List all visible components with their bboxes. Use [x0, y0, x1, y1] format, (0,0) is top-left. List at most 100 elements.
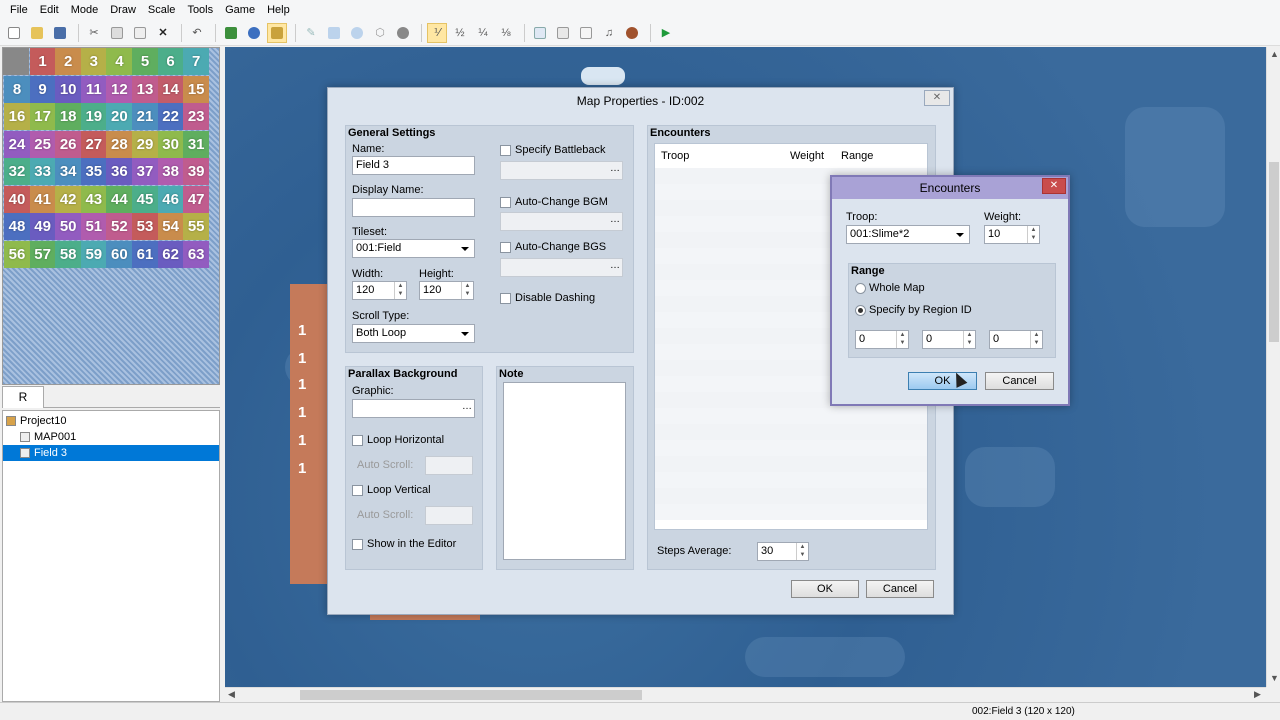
disable-dashing-checkbox[interactable]: Disable Dashing: [500, 292, 595, 304]
palette-tile[interactable]: 61: [132, 240, 158, 268]
palette-tile[interactable]: 50: [55, 213, 82, 240]
checkbox-box[interactable]: [500, 196, 511, 208]
script-editor-icon[interactable]: [576, 23, 596, 43]
palette-tile[interactable]: 43: [80, 185, 107, 213]
spin-arrows-icon[interactable]: ▲ ▼: [963, 331, 975, 348]
display-name-field[interactable]: [352, 198, 475, 217]
palette-tile[interactable]: 47: [183, 185, 210, 213]
spin-arrows-icon[interactable]: ▲ ▼: [796, 543, 808, 560]
radio-circle[interactable]: [855, 282, 866, 294]
scroll-left-icon[interactable]: ◀: [228, 689, 235, 700]
palette-tile[interactable]: 19: [80, 103, 107, 130]
undo-icon[interactable]: ↶: [187, 23, 207, 43]
rectangle-icon[interactable]: [324, 23, 344, 43]
palette-tile[interactable]: 18: [55, 103, 82, 130]
palette-tile[interactable]: 35: [80, 158, 107, 185]
palette-tile[interactable]: 12: [106, 75, 133, 103]
palette-tile[interactable]: 45: [132, 185, 158, 213]
column-weight[interactable]: Weight: [790, 150, 824, 162]
tile-palette[interactable]: 1 2 3 4 5 6 7 8 9 10 11 12 13 14 15 16 17 18 19 20 21 22 23 24 2…: [2, 47, 220, 385]
palette-tile[interactable]: 23: [183, 103, 210, 130]
palette-tile[interactable]: 38: [157, 158, 184, 185]
palette-tile[interactable]: 30: [157, 130, 184, 158]
character-generator-icon[interactable]: [622, 23, 642, 43]
spin-arrows-icon[interactable]: ▲ ▼: [461, 282, 473, 299]
spin-arrows-icon[interactable]: ▲ ▼: [394, 282, 406, 299]
tree-item[interactable]: Project10: [3, 413, 219, 429]
database-icon[interactable]: [530, 23, 550, 43]
palette-tile[interactable]: 41: [29, 185, 56, 213]
encounter-cancel-button[interactable]: Cancel: [985, 372, 1054, 390]
palette-tile[interactable]: 28: [106, 130, 133, 158]
palette-tile[interactable]: 60: [106, 240, 133, 268]
palette-tile[interactable]: 58: [55, 240, 82, 268]
paste-icon[interactable]: [130, 23, 150, 43]
map-layer-icon[interactable]: [221, 23, 241, 43]
new-file-icon[interactable]: [4, 23, 24, 43]
shadow-pen-icon[interactable]: [393, 23, 413, 43]
resource-manager-icon[interactable]: [553, 23, 573, 43]
close-icon[interactable]: ✕: [924, 90, 950, 106]
palette-tile[interactable]: 15: [183, 75, 210, 103]
zoom-1-1-icon[interactable]: ⅟: [427, 22, 447, 43]
palette-tile-blank[interactable]: [3, 48, 29, 75]
list-row[interactable]: [655, 456, 927, 472]
ellipsis-icon[interactable]: …: [462, 402, 472, 412]
palette-tile[interactable]: 11: [80, 75, 107, 103]
menu-item[interactable]: Help: [261, 4, 296, 16]
auto-change-bgm-checkbox[interactable]: Auto-Change BGM: [500, 196, 608, 208]
palette-tile[interactable]: 59: [80, 240, 107, 268]
palette-tile[interactable]: 36: [106, 158, 133, 185]
menu-item[interactable]: Scale: [142, 4, 182, 16]
palette-tile[interactable]: 26: [55, 130, 82, 158]
troop-select[interactable]: 001:Slime*2: [846, 225, 970, 244]
list-row[interactable]: [655, 504, 927, 520]
palette-tile[interactable]: 4: [106, 48, 133, 75]
checkbox-box[interactable]: [352, 538, 363, 550]
menu-item[interactable]: File: [4, 4, 34, 16]
height-stepper[interactable]: 120 ▲ ▼: [419, 281, 474, 300]
tree-item[interactable]: Field 3: [3, 445, 219, 461]
loop-vertical-checkbox[interactable]: Loop Vertical: [352, 484, 431, 496]
palette-tile[interactable]: 32: [4, 158, 30, 185]
specify-battleback-checkbox[interactable]: Specify Battleback: [500, 144, 606, 156]
checkbox-box[interactable]: [500, 144, 511, 156]
open-folder-icon[interactable]: [27, 23, 47, 43]
scroll-up-icon[interactable]: ▲: [1270, 49, 1279, 59]
show-in-editor-checkbox[interactable]: Show in the Editor: [352, 538, 456, 550]
palette-tile[interactable]: 53: [132, 213, 158, 240]
palette-tile[interactable]: 52: [106, 213, 133, 240]
region-id-stepper-3[interactable]: 0 ▲ ▼: [989, 330, 1043, 349]
note-textarea[interactable]: [503, 382, 626, 560]
zoom-1-8-icon[interactable]: ⅛: [496, 23, 516, 43]
tab-region[interactable]: R: [2, 386, 44, 408]
palette-tile[interactable]: 63: [183, 240, 210, 268]
palette-tile[interactable]: 25: [29, 130, 56, 158]
palette-tile[interactable]: 51: [80, 213, 107, 240]
palette-tile[interactable]: 20: [106, 103, 133, 130]
palette-tile[interactable]: 14: [157, 75, 184, 103]
tree-item[interactable]: MAP001: [3, 429, 219, 445]
specify-region-radio[interactable]: Specify by Region ID: [855, 304, 972, 316]
palette-tile[interactable]: 39: [183, 158, 210, 185]
scroll-down-icon[interactable]: ▼: [1270, 673, 1279, 683]
palette-tile[interactable]: 1: [29, 48, 56, 75]
steps-average-stepper[interactable]: 30 ▲ ▼: [757, 542, 809, 561]
menu-item[interactable]: Draw: [104, 4, 142, 16]
palette-tile[interactable]: 21: [132, 103, 158, 130]
palette-tile[interactable]: 2: [55, 48, 82, 75]
scroll-type-select[interactable]: Both Loop: [352, 324, 475, 343]
scrollbar-thumb[interactable]: [300, 690, 642, 700]
pencil-icon[interactable]: ✎: [301, 23, 321, 43]
fill-icon[interactable]: ⬡: [370, 23, 390, 43]
palette-tile[interactable]: 34: [55, 158, 82, 185]
palette-tile[interactable]: 16: [4, 103, 30, 130]
palette-tile[interactable]: 27: [80, 130, 107, 158]
palette-tile[interactable]: 17: [29, 103, 56, 130]
copy-icon[interactable]: [107, 23, 127, 43]
tileset-select[interactable]: 001:Field: [352, 239, 475, 258]
palette-tile[interactable]: 9: [29, 75, 56, 103]
palette-tile[interactable]: 46: [157, 185, 184, 213]
palette-tile[interactable]: 33: [29, 158, 56, 185]
checkbox-box[interactable]: [500, 292, 511, 304]
